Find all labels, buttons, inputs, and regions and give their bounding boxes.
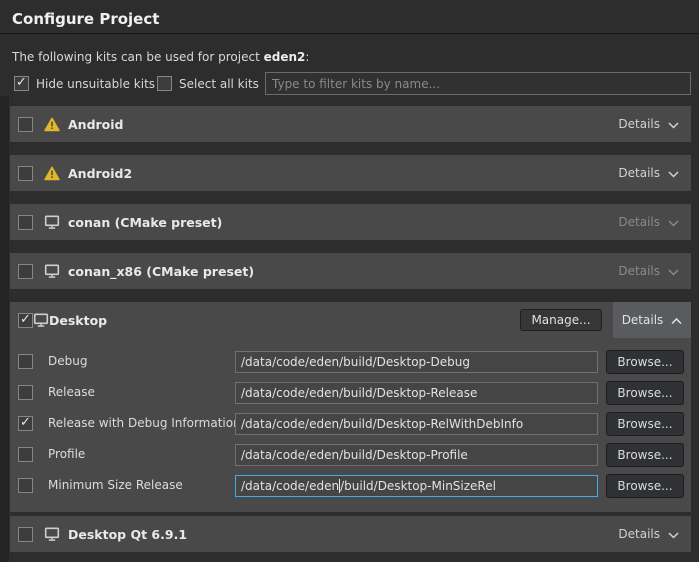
build-config-checkbox-minsizerel[interactable] xyxy=(18,478,33,493)
build-config-label: Profile xyxy=(48,447,85,461)
kit-name: Desktop xyxy=(49,313,107,328)
intro-text: The following kits can be used for proje… xyxy=(12,50,309,64)
details-toggle-android2[interactable]: Details xyxy=(606,155,691,191)
build-config-label: Debug xyxy=(48,354,87,368)
build-dir-input-release[interactable] xyxy=(235,382,598,404)
chevron-down-icon xyxy=(668,171,679,178)
details-toggle-desktop-qt-691[interactable]: Details xyxy=(606,516,691,552)
hide-unsuitable-kits-checkbox[interactable] xyxy=(14,76,29,91)
project-name: eden2 xyxy=(264,50,306,64)
details-label: Details xyxy=(622,313,664,327)
kit-row-android2: Android2 Details xyxy=(10,155,691,191)
kit-checkbox-conan[interactable] xyxy=(18,215,33,230)
kit-checkbox-desktop-qt-691[interactable] xyxy=(18,527,33,542)
warning-icon xyxy=(43,166,60,181)
kit-row-desktop: Desktop Manage... Details xyxy=(10,302,691,338)
kit-row-conan-x86: conan_x86 (CMake preset) Details xyxy=(10,253,691,289)
select-all-kits-checkbox[interactable] xyxy=(157,76,172,91)
browse-button-release[interactable]: Browse... xyxy=(606,381,684,405)
desktop-icon xyxy=(43,263,60,279)
path-text-before-caret: /data/code/eden xyxy=(241,479,339,493)
build-config-label: Minimum Size Release xyxy=(48,478,183,492)
chevron-down-icon xyxy=(668,220,679,227)
select-all-kits-label: Select all kits xyxy=(179,77,259,91)
build-dir-input-minsizerel[interactable]: /data/code/eden/build/Desktop-MinSizeRel xyxy=(235,475,598,497)
kit-name: conan (CMake preset) xyxy=(68,215,222,230)
desktop-icon xyxy=(43,526,60,542)
details-label: Details xyxy=(618,264,660,278)
select-all-kits-option: Select all kits xyxy=(157,76,259,91)
browse-button-relwithdebinfo[interactable]: Browse... xyxy=(606,412,684,436)
chevron-down-icon xyxy=(668,532,679,539)
details-label: Details xyxy=(618,117,660,131)
details-toggle-conan-x86[interactable]: Details xyxy=(606,253,691,289)
kit-name: Desktop Qt 6.9.1 xyxy=(68,527,187,542)
browse-button-debug[interactable]: Browse... xyxy=(606,350,684,374)
details-label: Details xyxy=(618,527,660,541)
build-dir-input-debug[interactable] xyxy=(235,351,598,373)
build-dir-input-relwithdebinfo[interactable] xyxy=(235,413,598,435)
build-config-label: Release xyxy=(48,385,95,399)
desktop-icon xyxy=(43,214,60,230)
kit-name: Android xyxy=(68,117,124,132)
build-config-checkbox-relwithdebinfo[interactable] xyxy=(18,416,33,431)
build-config-row-relwithdebinfo: Release with Debug Information Browse... xyxy=(10,412,691,436)
build-config-label: Release with Debug Information xyxy=(48,416,241,430)
path-text-after-caret: /build/Desktop-MinSizeRel xyxy=(340,479,496,493)
warning-icon xyxy=(43,117,60,132)
hide-unsuitable-kits-option: Hide unsuitable kits xyxy=(14,76,155,91)
kit-section-desktop: Desktop Manage... Details Debug Browse..… xyxy=(10,302,691,512)
build-config-row-minsizerel: Minimum Size Release /data/code/eden/bui… xyxy=(10,474,691,498)
build-config-checkbox-profile[interactable] xyxy=(18,447,33,462)
hide-unsuitable-kits-label: Hide unsuitable kits xyxy=(36,77,155,91)
manage-kits-button[interactable]: Manage... xyxy=(520,309,602,331)
browse-button-profile[interactable]: Browse... xyxy=(606,443,684,467)
chevron-down-icon xyxy=(668,122,679,129)
build-config-checkbox-debug[interactable] xyxy=(18,354,33,369)
kit-row-desktop-qt-691: Desktop Qt 6.9.1 Details xyxy=(10,516,691,552)
details-toggle-conan[interactable]: Details xyxy=(606,204,691,240)
title-separator xyxy=(0,33,699,34)
chevron-down-icon xyxy=(668,269,679,276)
build-dir-input-profile[interactable] xyxy=(235,444,598,466)
build-config-row-release: Release Browse... xyxy=(10,381,691,405)
chevron-up-icon xyxy=(671,318,682,325)
build-config-checkbox-release[interactable] xyxy=(18,385,33,400)
page-title: Configure Project xyxy=(12,10,159,28)
details-toggle-android[interactable]: Details xyxy=(606,106,691,142)
kit-row-android: Android Details xyxy=(10,106,691,142)
browse-button-minsizerel[interactable]: Browse... xyxy=(606,474,684,498)
kit-checkbox-android[interactable] xyxy=(18,117,33,132)
build-config-row-profile: Profile Browse... xyxy=(10,443,691,467)
kit-checkbox-android2[interactable] xyxy=(18,166,33,181)
kit-name: Android2 xyxy=(68,166,132,181)
intro-after: : xyxy=(305,50,309,64)
details-label: Details xyxy=(618,166,660,180)
intro-before: The following kits can be used for proje… xyxy=(12,50,264,64)
kit-filter-input[interactable] xyxy=(265,72,691,95)
kit-name: conan_x86 (CMake preset) xyxy=(68,264,254,279)
build-config-row-debug: Debug Browse... xyxy=(10,350,691,374)
left-edge-strip xyxy=(0,96,9,562)
details-toggle-desktop[interactable]: Details xyxy=(613,302,691,338)
kit-checkbox-desktop[interactable] xyxy=(18,313,33,328)
kit-row-conan: conan (CMake preset) Details xyxy=(10,204,691,240)
details-label: Details xyxy=(618,215,660,229)
desktop-icon xyxy=(33,312,49,328)
kit-checkbox-conan-x86[interactable] xyxy=(18,264,33,279)
